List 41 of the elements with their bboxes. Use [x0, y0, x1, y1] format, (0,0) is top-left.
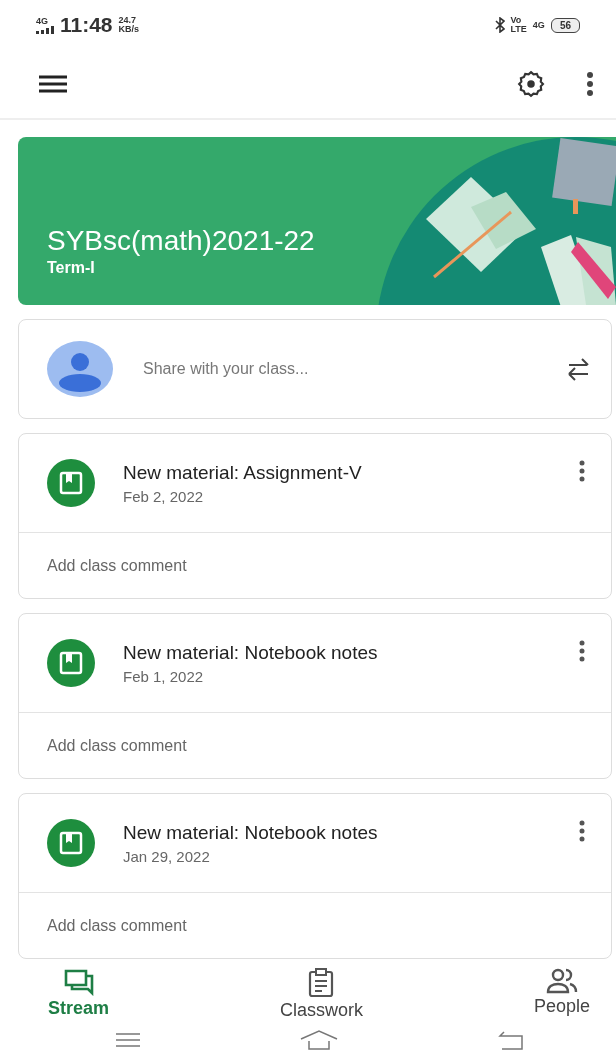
comment-field[interactable]: Add class comment	[47, 916, 187, 935]
post-title[interactable]: New material: Notebook notes	[123, 821, 579, 844]
signal-indicator: 4G	[36, 16, 54, 34]
more-options-icon[interactable]	[579, 460, 585, 482]
nav-tab[interactable]: Classwork	[279, 968, 363, 1021]
share-card[interactable]: Share with your class...	[18, 319, 612, 419]
data-type-label: 4G	[532, 20, 545, 30]
more-options-icon[interactable]	[579, 820, 585, 842]
post-title[interactable]: New material: Assignment-V	[123, 461, 579, 484]
avatar-icon	[47, 341, 113, 397]
bluetooth-icon	[494, 17, 505, 33]
comment-field[interactable]: Add class comment	[47, 556, 187, 575]
settings-icon[interactable]	[516, 69, 546, 99]
comment-field[interactable]: Add class comment	[47, 736, 187, 755]
post-date: Feb 2, 2022	[123, 487, 205, 505]
class-banner[interactable]: SYBsc(math)2021-22 Term-I	[18, 137, 616, 305]
speed-unit: KB/s	[118, 25, 140, 34]
post-title[interactable]: New material: Notebook notes	[123, 641, 579, 664]
back-icon[interactable]	[496, 1030, 526, 1050]
network-speed: 24.7	[118, 16, 138, 25]
lte-label: LTE	[510, 25, 527, 34]
class-term: Term-I	[47, 259, 96, 277]
material-icon	[47, 639, 95, 687]
post-date: Jan 29, 2022	[123, 847, 211, 865]
repost-icon[interactable]	[567, 355, 591, 383]
battery-indicator: 56	[550, 17, 580, 33]
nav-tab[interactable]: Stream	[48, 968, 110, 1021]
class-title: SYBsc(math)2021-22	[47, 225, 315, 257]
material-icon	[47, 819, 95, 867]
post-date: Feb 1, 2022	[123, 667, 205, 685]
clock-time: 11:48	[60, 13, 113, 37]
share-field[interactable]: Share with your class...	[143, 360, 309, 378]
people-icon	[545, 968, 578, 994]
menu-icon[interactable]	[38, 74, 68, 94]
more-options-icon[interactable]	[579, 640, 585, 662]
material-icon	[47, 459, 95, 507]
more-options-icon[interactable]	[586, 71, 594, 97]
nav-tab[interactable]: People	[533, 968, 590, 1021]
home-icon[interactable]	[298, 1029, 339, 1051]
chat-icon	[63, 968, 94, 996]
volte-label: Vo	[510, 16, 523, 25]
